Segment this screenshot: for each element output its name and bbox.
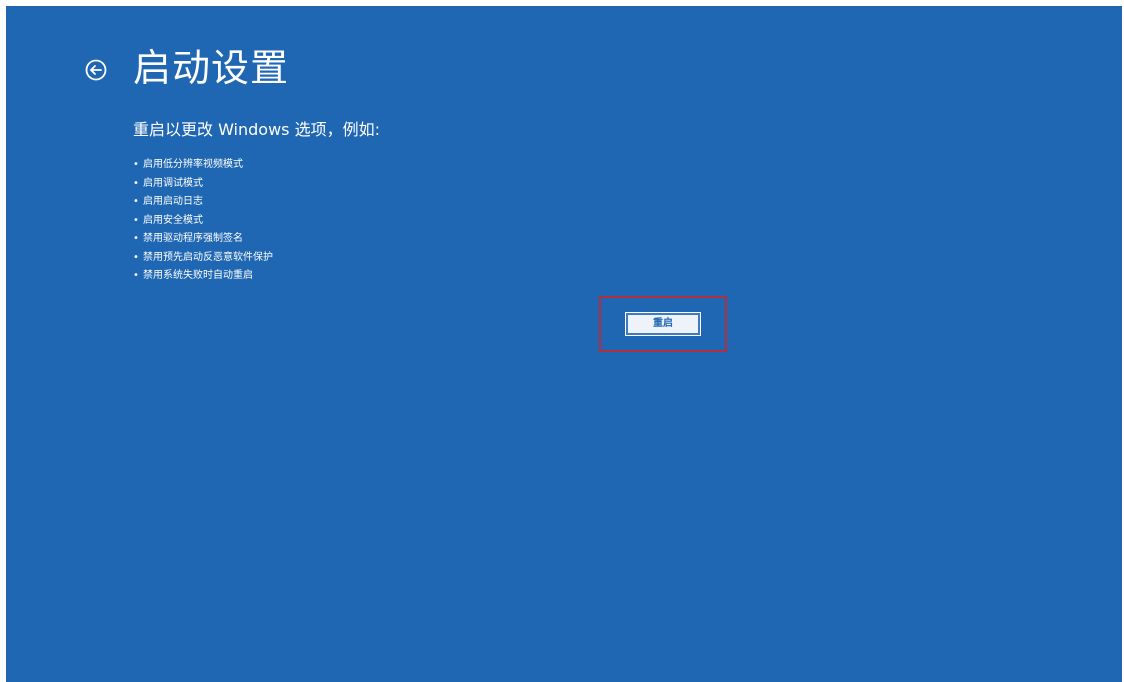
option-label: 启用调试模式 [143, 177, 203, 189]
option-item: • 启用安全模式 [133, 212, 273, 231]
page-title: 启动设置 [133, 46, 290, 90]
back-button[interactable] [80, 54, 112, 86]
option-item: • 禁用驱动程序强制签名 [133, 230, 273, 249]
option-item: • 启用调试模式 [133, 175, 273, 194]
back-arrow-circle-icon [85, 59, 107, 81]
option-label: 禁用系统失败时自动重启 [143, 270, 253, 281]
option-label: 禁用预先启动反恶意软件保护 [143, 251, 273, 263]
option-label: 启用低分辨率视频模式 [143, 159, 243, 170]
bullet: • [133, 214, 139, 226]
option-label: 启用安全模式 [143, 214, 203, 226]
restart-button[interactable]: 重启 [625, 312, 701, 336]
option-item: • 启用低分辨率视频模式 [133, 156, 273, 175]
option-label: 启用启动日志 [143, 196, 203, 207]
bullet: • [133, 251, 139, 263]
option-label: 禁用驱动程序强制签名 [143, 233, 243, 244]
startup-settings-screen: 启动设置 重启以更改 Windows 选项，例如: • 启用低分辨率视频模式 • 启… [6, 6, 1122, 682]
option-item: • 启用启动日志 [133, 193, 273, 212]
bullet: • [133, 177, 139, 189]
option-item: • 禁用预先启动反恶意软件保护 [133, 249, 273, 268]
options-list: • 启用低分辨率视频模式 • 启用调试模式 • 启用启动日志 • 启用安全模式 • 禁用驱… [133, 156, 273, 286]
bullet: • [133, 159, 139, 170]
bullet: • [133, 270, 139, 281]
bullet: • [133, 233, 139, 244]
option-item: • 禁用系统失败时自动重启 [133, 267, 273, 286]
bullet: • [133, 196, 139, 207]
intro-text: 重启以更改 Windows 选项，例如: [133, 120, 380, 139]
